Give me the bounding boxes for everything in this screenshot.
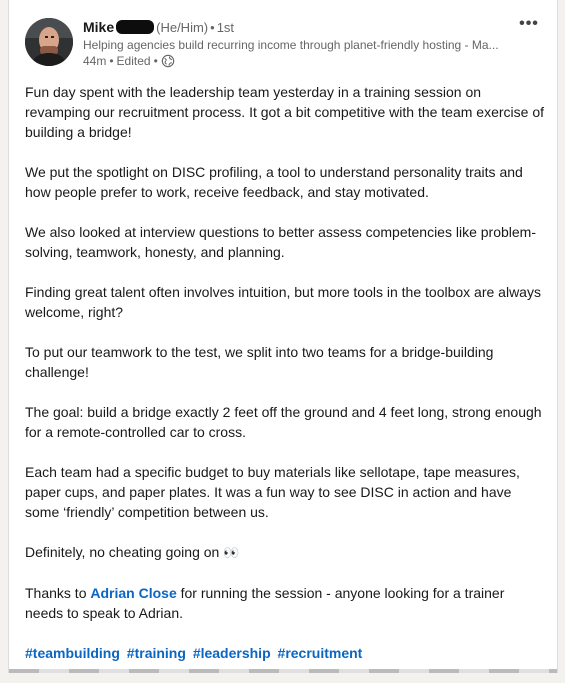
post-paragraph-1: Fun day spent with the leadership team y… bbox=[25, 84, 545, 140]
separator-dot: • bbox=[109, 54, 114, 68]
connection-degree: 1st bbox=[216, 20, 235, 35]
post-paragraph-2: We put the spotlight on DISC profiling, … bbox=[25, 164, 523, 200]
author-identity: Mike (He/Him) • 1st Helping agencies build … bbox=[83, 18, 513, 69]
post-paragraph-4: Finding great talent often involves intu… bbox=[25, 284, 541, 320]
post-paragraph-6: The goal: build a bridge exactly 2 feet … bbox=[25, 404, 542, 440]
avatar-image bbox=[25, 18, 73, 66]
author-pronouns: (He/Him) bbox=[156, 20, 209, 35]
edited-label: Edited bbox=[116, 54, 151, 68]
avatar[interactable] bbox=[25, 18, 73, 66]
hashtag-link[interactable]: #recruitment bbox=[278, 645, 363, 661]
post-meta: 44m • Edited • bbox=[83, 53, 513, 69]
author-name-line: Mike (He/Him) • 1st bbox=[83, 18, 513, 37]
post-paragraph-8-text: Definitely, no cheating going on bbox=[25, 544, 224, 560]
post-card: Mike (He/Him) • 1st Helping agencies build … bbox=[8, 0, 558, 673]
more-options-button[interactable]: ••• bbox=[517, 16, 541, 36]
hashtag-link[interactable]: #training bbox=[127, 645, 186, 661]
mention-link[interactable]: Adrian Close bbox=[90, 585, 176, 601]
post-time: 44m bbox=[83, 54, 107, 68]
globe-icon bbox=[161, 54, 175, 68]
hashtag-link[interactable]: #leadership bbox=[193, 645, 271, 661]
separator-dot: • bbox=[210, 20, 215, 35]
post-body: Fun day spent with the leadership team y… bbox=[25, 82, 545, 683]
post-paragraph-9: Thanks to Adrian Close for running the s… bbox=[25, 583, 545, 623]
hashtag-row: #teambuilding #training #leadership #rec… bbox=[25, 643, 545, 663]
post-paragraph-8: Definitely, no cheating going on 👀 bbox=[25, 542, 545, 563]
separator-dot: • bbox=[153, 54, 158, 68]
thanks-prefix: Thanks to bbox=[25, 585, 91, 601]
redacted-surname bbox=[116, 20, 155, 34]
post-header: Mike (He/Him) • 1st Helping agencies build … bbox=[25, 16, 541, 72]
author-name[interactable]: Mike bbox=[83, 19, 114, 35]
eyes-emoji: 👀 bbox=[223, 545, 240, 560]
post-paragraph-7: Each team had a specific budget to buy m… bbox=[25, 464, 520, 520]
post-paragraph-3: We also looked at interview questions to… bbox=[25, 224, 536, 260]
media-preview-edge bbox=[9, 669, 557, 673]
post-paragraph-5: To put our teamwork to the test, we spli… bbox=[25, 344, 494, 380]
author-headline: Helping agencies build recurring income … bbox=[83, 38, 499, 52]
hashtag-link[interactable]: #teambuilding bbox=[25, 645, 120, 661]
